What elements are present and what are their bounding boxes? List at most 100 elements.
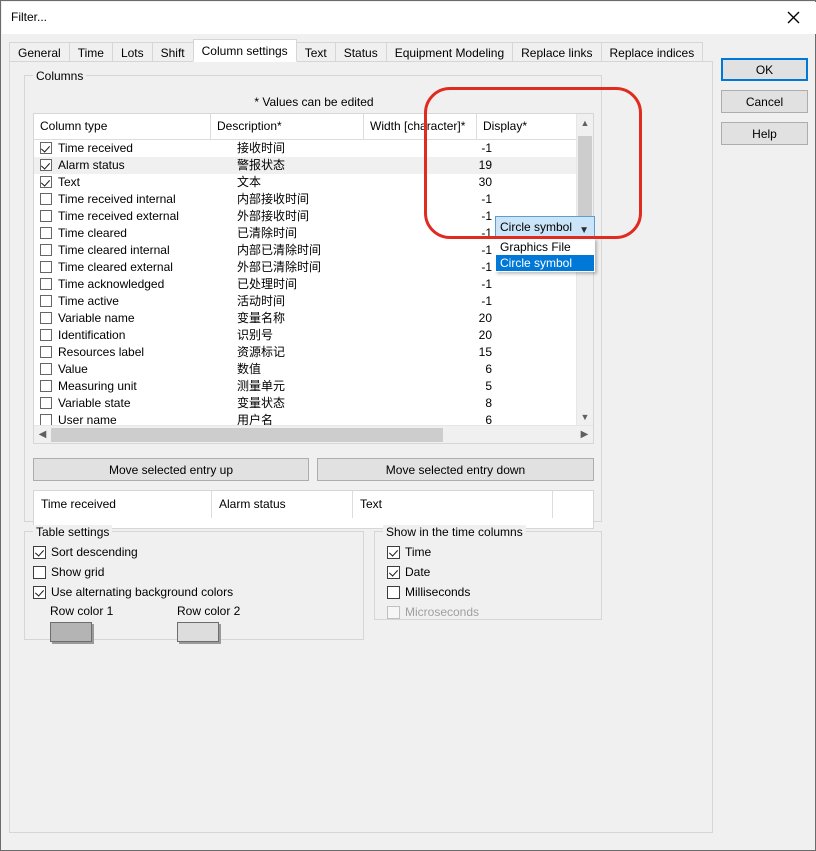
display-combobox-list[interactable]: Graphics File Circle symbol <box>495 238 595 272</box>
display-combobox-field[interactable]: Circle symbol ▼ <box>495 216 595 238</box>
table-row[interactable]: Text 文本 30 <box>34 174 576 191</box>
row-checkbox[interactable] <box>40 278 52 290</box>
combobox-option-circle-symbol[interactable]: Circle symbol <box>496 255 594 271</box>
cell-description[interactable]: 外部接收时间 <box>237 208 309 225</box>
table-row[interactable]: Variable state 变量状态 8 <box>34 395 576 412</box>
scroll-up-icon[interactable]: ▲ <box>577 114 593 131</box>
checkbox-show-grid[interactable]: Show grid <box>33 564 104 580</box>
horizontal-scrollbar-thumb[interactable] <box>51 428 443 442</box>
listview-horizontal-scrollbar[interactable]: ◀ ▶ <box>34 425 593 443</box>
cell-description[interactable]: 用户名 <box>237 412 273 425</box>
cell-description[interactable]: 变量状态 <box>237 395 285 412</box>
scroll-right-icon[interactable]: ▶ <box>576 426 593 443</box>
checkbox-date[interactable]: Date <box>387 564 430 580</box>
row-checkbox[interactable] <box>40 414 52 425</box>
cell-width[interactable]: 20 <box>364 310 492 327</box>
cell-description[interactable]: 文本 <box>237 174 261 191</box>
move-selected-entry-up-button[interactable]: Move selected entry up <box>33 458 309 481</box>
cell-width[interactable]: 15 <box>364 344 492 361</box>
scroll-down-icon[interactable]: ▼ <box>577 408 593 425</box>
tab-shift[interactable]: Shift <box>151 42 194 62</box>
cell-description[interactable]: 内部已清除时间 <box>237 242 321 259</box>
cell-description[interactable]: 识别号 <box>237 327 273 344</box>
cell-description[interactable]: 测量单元 <box>237 378 285 395</box>
table-row[interactable]: Time active 活动时间 -1 <box>34 293 576 310</box>
row-checkbox[interactable] <box>40 295 52 307</box>
help-button[interactable]: Help <box>721 122 808 145</box>
header-display[interactable]: Display* <box>477 114 576 139</box>
cell-width[interactable]: 6 <box>364 361 492 378</box>
cell-width[interactable]: -1 <box>364 259 492 276</box>
cell-width[interactable]: 30 <box>364 174 492 191</box>
table-row[interactable]: Identification 识别号 20 <box>34 327 576 344</box>
row-checkbox[interactable] <box>40 329 52 341</box>
header-width[interactable]: Width [character]* <box>364 114 477 139</box>
row-checkbox[interactable] <box>40 380 52 392</box>
row-color-2-swatch[interactable] <box>177 622 219 642</box>
cell-description[interactable]: 外部已清除时间 <box>237 259 321 276</box>
tab-general[interactable]: General <box>9 42 70 62</box>
header-description[interactable]: Description* <box>211 114 364 139</box>
cell-description[interactable]: 内部接收时间 <box>237 191 309 208</box>
combobox-option-graphics-file[interactable]: Graphics File <box>496 239 594 255</box>
table-row[interactable]: Time received 接收时间 -1 <box>34 140 576 157</box>
cell-description[interactable]: 数值 <box>237 361 261 378</box>
table-row[interactable]: Value 数值 6 <box>34 361 576 378</box>
table-row[interactable]: User name 用户名 6 <box>34 412 576 425</box>
row-checkbox[interactable] <box>40 244 52 256</box>
cell-width[interactable]: -1 <box>364 276 492 293</box>
cell-width[interactable]: -1 <box>364 225 492 242</box>
cell-width[interactable]: 8 <box>364 395 492 412</box>
table-row[interactable]: Variable name 变量名称 20 <box>34 310 576 327</box>
cell-width[interactable]: 5 <box>364 378 492 395</box>
row-checkbox[interactable] <box>40 397 52 409</box>
cell-width[interactable]: 20 <box>364 327 492 344</box>
checkbox-use-alternating-background-colors[interactable]: Use alternating background colors <box>33 584 233 600</box>
cell-width[interactable]: -1 <box>364 242 492 259</box>
tab-column-settings[interactable]: Column settings <box>192 39 297 62</box>
table-row[interactable]: Alarm status 警报状态 19 <box>34 157 576 174</box>
row-checkbox[interactable] <box>40 159 52 171</box>
row-checkbox[interactable] <box>40 346 52 358</box>
cell-description[interactable]: 警报状态 <box>237 157 285 174</box>
cell-description[interactable]: 资源标记 <box>237 344 285 361</box>
ok-button[interactable]: OK <box>721 58 808 81</box>
header-column-type[interactable]: Column type <box>34 114 211 139</box>
tab-lots[interactable]: Lots <box>111 42 153 62</box>
row-checkbox[interactable] <box>40 142 52 154</box>
table-row[interactable]: Measuring unit 测量单元 5 <box>34 378 576 395</box>
cell-description[interactable]: 已处理时间 <box>237 276 297 293</box>
cell-width[interactable]: -1 <box>364 293 492 310</box>
row-checkbox[interactable] <box>40 261 52 273</box>
scroll-left-icon[interactable]: ◀ <box>34 426 51 443</box>
cell-description[interactable]: 已清除时间 <box>237 225 297 242</box>
row-checkbox[interactable] <box>40 210 52 222</box>
cell-width[interactable]: -1 <box>364 191 492 208</box>
row-checkbox[interactable] <box>40 193 52 205</box>
row-checkbox[interactable] <box>40 227 52 239</box>
table-row[interactable]: Time received internal 内部接收时间 -1 <box>34 191 576 208</box>
move-selected-entry-down-button[interactable]: Move selected entry down <box>317 458 594 481</box>
tab-text[interactable]: Text <box>295 42 336 62</box>
cell-width[interactable]: -1 <box>364 208 492 225</box>
cancel-button[interactable]: Cancel <box>721 90 808 113</box>
row-color-1-swatch[interactable] <box>50 622 92 642</box>
cell-width[interactable]: 19 <box>364 157 492 174</box>
checkbox-milliseconds[interactable]: Milliseconds <box>387 584 470 600</box>
row-checkbox[interactable] <box>40 363 52 375</box>
checkbox-sort-descending[interactable]: Sort descending <box>33 544 138 560</box>
table-row[interactable]: Resources label 资源标记 15 <box>34 344 576 361</box>
cell-description[interactable]: 变量名称 <box>237 310 285 327</box>
cell-width[interactable]: -1 <box>364 140 492 157</box>
display-combobox[interactable]: Circle symbol ▼ Graphics File Circle sym… <box>495 216 595 272</box>
checkbox-time[interactable]: Time <box>387 544 431 560</box>
table-row[interactable]: Time acknowledged 已处理时间 -1 <box>34 276 576 293</box>
tab-equipment-modeling[interactable]: Equipment Modeling <box>385 42 514 62</box>
cell-description[interactable]: 接收时间 <box>237 140 285 157</box>
columns-listview[interactable]: Column type Description* Width [characte… <box>33 113 594 444</box>
tab-replace-links[interactable]: Replace links <box>512 42 602 62</box>
tab-replace-indices[interactable]: Replace indices <box>600 42 704 62</box>
cell-description[interactable]: 活动时间 <box>237 293 285 310</box>
row-checkbox[interactable] <box>40 312 52 324</box>
tab-time[interactable]: Time <box>68 42 113 62</box>
